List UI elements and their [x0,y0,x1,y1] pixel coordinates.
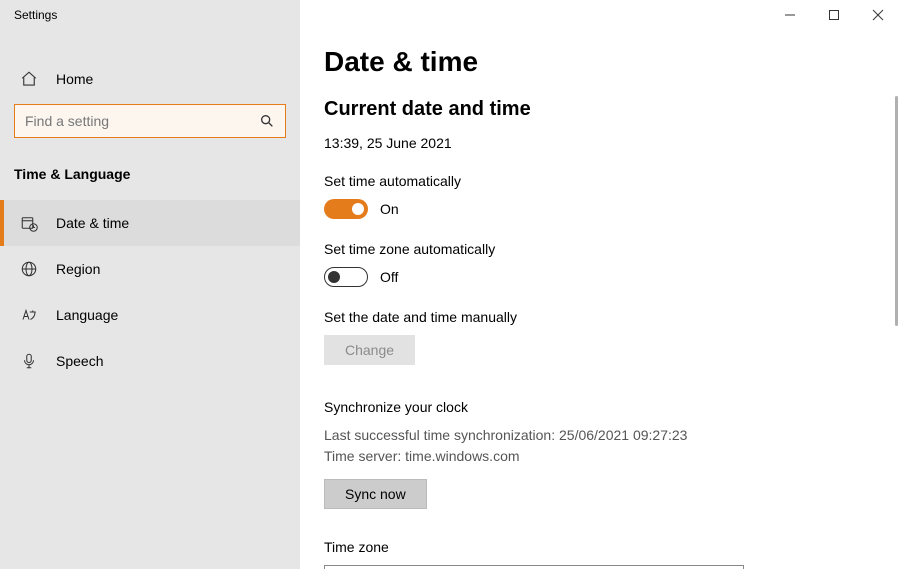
timezone-dropdown[interactable]: (UTC+00:00) Dublin, Edinburgh, Lisbon, L… [324,565,744,569]
microphone-icon [20,352,38,370]
page-title: Date & time [324,46,854,78]
language-icon [20,306,38,324]
nav-item-language[interactable]: Language [0,292,300,338]
sync-now-button[interactable]: Sync now [324,479,427,509]
set-zone-auto-state: Off [380,269,398,285]
set-zone-auto-toggle[interactable] [324,267,368,287]
change-datetime-button: Change [324,335,415,365]
minimize-button[interactable] [768,0,812,30]
set-time-auto-label: Set time automatically [324,173,854,189]
manual-datetime-label: Set the date and time manually [324,309,854,325]
set-zone-auto-label: Set time zone automatically [324,241,854,257]
nav-item-label: Date & time [56,215,129,231]
calendar-clock-icon [20,214,38,232]
category-heading: Time & Language [0,150,300,200]
nav-item-label: Language [56,307,118,323]
home-icon [20,70,38,88]
set-time-auto-toggle[interactable] [324,199,368,219]
nav-item-speech[interactable]: Speech [0,338,300,384]
search-icon [259,113,275,129]
search-input[interactable] [25,113,259,129]
current-datetime-value: 13:39, 25 June 2021 [324,135,854,151]
scrollbar-thumb[interactable] [895,96,898,326]
nav-item-date-time[interactable]: Date & time [0,200,300,246]
titlebar [768,0,900,30]
close-button[interactable] [856,0,900,30]
nav-item-label: Speech [56,353,103,369]
globe-icon [20,260,38,278]
sync-heading: Synchronize your clock [324,399,854,415]
time-server-text: Time server: time.windows.com [324,446,854,467]
current-datetime-heading: Current date and time [324,98,854,121]
sidebar: Settings Home Time & Language Date & tim… [0,0,300,569]
timezone-label: Time zone [324,539,854,555]
home-nav[interactable]: Home [0,58,300,100]
window-title: Settings [0,0,300,30]
nav-item-label: Region [56,261,100,277]
home-label: Home [56,71,93,87]
set-time-auto-state: On [380,201,399,217]
search-box[interactable] [14,104,286,138]
nav-item-region[interactable]: Region [0,246,300,292]
last-sync-text: Last successful time synchronization: 25… [324,425,854,446]
maximize-button[interactable] [812,0,856,30]
main-panel: Date & time Current date and time 13:39,… [300,0,900,569]
